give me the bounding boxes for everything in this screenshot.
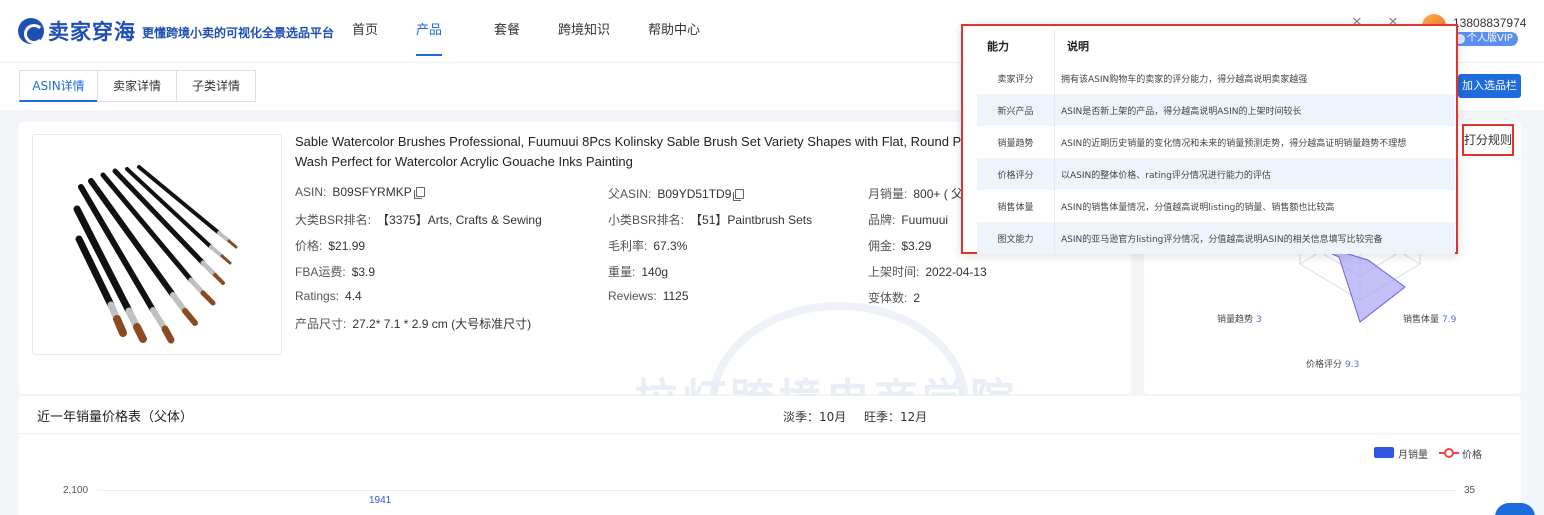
field-sub-bsr: 小类BSR排名: 【51】Paintbrush Sets — [608, 213, 813, 227]
field-ratings: Ratings: 4.4 — [295, 289, 362, 303]
table-header-row: 能力 说明 — [977, 30, 1455, 62]
table-row: 图文能力 ASIN的亚马逊官方listing评分情况，分值越高说明ASIN的相关… — [977, 222, 1455, 254]
nav-item-help[interactable]: 帮助中心 — [648, 0, 718, 62]
row-description: ASIN的亚马逊官方listing评分情况，分值越高说明ASIN的相关信息填写比… — [1061, 234, 1383, 245]
field-parent-asin: 父ASIN: B09YD51TD9 — [608, 185, 745, 202]
y-right-tick: 35 — [1464, 485, 1476, 496]
product-title: Sable Watercolor Brushes Professional, F… — [295, 132, 1015, 172]
table-row: 销量趋势 ASIN的近期历史销量的变化情况和未来的销量预测走势，得分越高证明销量… — [977, 126, 1455, 158]
field-commission: 佣金: $3.29 — [868, 239, 932, 253]
field-variants: 变体数: 2 — [868, 291, 921, 305]
tab-asin-detail[interactable]: ASIN详情 — [19, 70, 98, 102]
sales-price-chart-card: 近一年销量价格表（父体） 淡季：10月 旺季：12月 月销量 价格 2,100 … — [19, 396, 1521, 515]
field-monthly-sales: 月销量: 800+ ( 父 — [868, 187, 964, 201]
row-description: 以ASIN的整体价格、rating评分情况进行能力的评估 — [1061, 170, 1271, 181]
bar-data-label: 1941 — [369, 495, 392, 506]
brand-name: 卖家穿海 — [48, 20, 136, 44]
legend-sales-swatch[interactable] — [1374, 447, 1394, 458]
chat-float-button[interactable] — [1495, 503, 1535, 515]
row-description: ASIN是否新上架的产品，得分越高说明ASIN的上架时间较长 — [1061, 106, 1302, 117]
field-reviews: Reviews: 1125 — [608, 289, 689, 303]
nav-item-home[interactable]: 首页 — [352, 0, 416, 62]
row-description: ASIN的销售体量情况，分值越高说明listing的销量、销售额也比较高 — [1061, 202, 1335, 213]
field-launch-date: 上架时间: 2022-04-13 — [868, 265, 987, 279]
field-brand: 品牌: Fuumuui — [868, 213, 949, 227]
header-ability: 能力 — [977, 30, 1055, 62]
row-ability: 销售体量 — [977, 190, 1055, 222]
copy-icon[interactable] — [413, 187, 425, 199]
copy-icon[interactable] — [733, 189, 745, 201]
legend-price-marker[interactable] — [1444, 448, 1454, 458]
row-ability: 价格评分 — [977, 158, 1055, 190]
brand-logo[interactable]: 卖家穿海 更懂跨境小卖的可视化全景选品平台 — [18, 16, 334, 46]
radar-label-sales-trend: 销量趋势 3 — [1217, 315, 1262, 325]
table-row: 卖家评分 拥有该ASIN购物车的卖家的评分能力，得分越高说明卖家越强 — [977, 62, 1455, 94]
sales-chart-title: 近一年销量价格表（父体） — [37, 410, 194, 425]
field-asin: ASIN: B09SFYRMKP — [295, 185, 425, 199]
field-price: 价格: $21.99 — [295, 239, 366, 253]
tab-subcategory-detail[interactable]: 子类详情 — [176, 70, 256, 102]
scoring-rules-popover: 能力 说明 卖家评分 拥有该ASIN购物车的卖家的评分能力，得分越高说明卖家越强… — [961, 24, 1458, 254]
tab-seller-detail[interactable]: 卖家详情 — [97, 70, 177, 102]
product-title-line-2: Wash Perfect for Watercolor Acrylic Goua… — [295, 154, 633, 169]
brush-set-image — [73, 165, 238, 344]
chart-gridline — [97, 490, 1457, 491]
row-description: 拥有该ASIN购物车的卖家的评分能力，得分越高说明卖家越强 — [1061, 74, 1308, 85]
header-description: 说明 — [1067, 40, 1089, 53]
field-main-bsr: 大类BSR排名: 【3375】Arts, Crafts & Sewing — [295, 213, 542, 227]
scoring-rules-button[interactable]: 打分规则 — [1462, 124, 1514, 156]
table-row: 新兴产品 ASIN是否新上架的产品，得分越高说明ASIN的上架时间较长 — [977, 94, 1455, 126]
row-ability: 销量趋势 — [977, 126, 1055, 158]
field-weight: 重量: 140g — [608, 265, 669, 279]
main-nav: 首页 产品 套餐 跨境知识 帮助中心 — [352, 0, 718, 62]
legend-price-label[interactable]: 价格 — [1462, 446, 1482, 461]
radar-label-sales-volume: 销售体量 7.9 — [1403, 315, 1457, 325]
row-description: ASIN的近期历史销量的变化情况和未来的销量预测走势，得分越高证明销量趋势不理想 — [1061, 138, 1407, 149]
peak-season: 旺季：12月 — [864, 410, 928, 424]
row-ability: 图文能力 — [977, 222, 1055, 254]
logo-mark-icon — [18, 18, 44, 44]
row-ability: 新兴产品 — [977, 94, 1055, 126]
field-fba: FBA运费: $3.9 — [295, 265, 376, 279]
table-row: 价格评分 以ASIN的整体价格、rating评分情况进行能力的评估 — [977, 158, 1455, 190]
product-image[interactable] — [32, 134, 282, 355]
field-margin: 毛利率: 67.3% — [608, 239, 688, 253]
legend-sales-label[interactable]: 月销量 — [1398, 446, 1428, 461]
table-row: 销售体量 ASIN的销售体量情况，分值越高说明listing的销量、销售额也比较… — [977, 190, 1455, 222]
y-left-tick: 2,100 — [63, 485, 89, 496]
divider — [19, 433, 1521, 434]
parent-asin-value[interactable]: B09YD51TD9 — [657, 187, 731, 201]
add-to-selection-button[interactable]: 加入选品栏 — [1458, 74, 1521, 98]
field-size: 产品尺寸: 27.2* 7.1 * 2.9 cm (大号标准尺寸) — [295, 317, 532, 331]
brand-slogan: 更懂跨境小卖的可视化全景选品平台 — [142, 26, 335, 40]
radar-label-price-score: 价格评分 9.3 — [1306, 360, 1360, 370]
row-ability: 卖家评分 — [977, 62, 1055, 94]
vip-badge: 个人版VIP — [1453, 32, 1518, 46]
product-title-line-1: Sable Watercolor Brushes Professional, F… — [295, 134, 997, 149]
low-season: 淡季：10月 — [783, 410, 847, 424]
user-phone[interactable]: 13808837974 — [1453, 16, 1526, 30]
nav-item-products[interactable]: 产品 — [416, 0, 442, 62]
nav-item-plans[interactable]: 套餐 — [494, 0, 558, 62]
nav-item-knowledge[interactable]: 跨境知识 — [558, 0, 648, 62]
asin-value[interactable]: B09SFYRMKP — [332, 185, 411, 199]
